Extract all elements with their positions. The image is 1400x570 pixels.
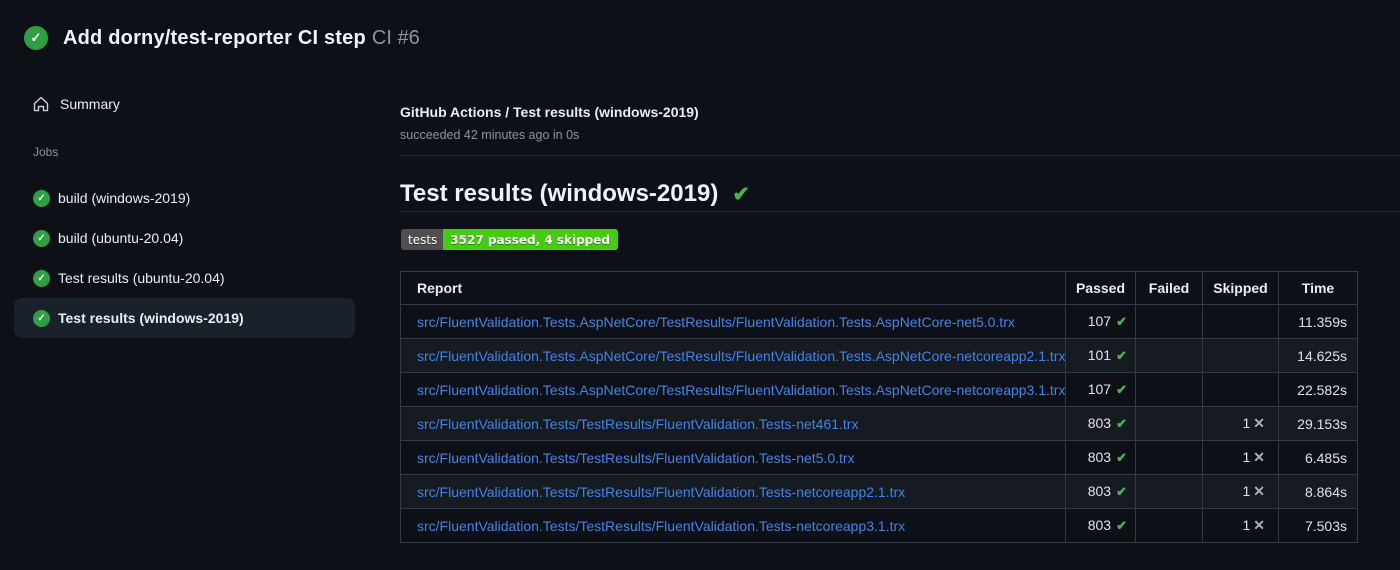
sidebar-summary-label: Summary [60, 96, 120, 112]
badge-label: tests [401, 229, 444, 250]
time-value: 22.582s [1278, 372, 1358, 407]
failed-count [1135, 474, 1203, 509]
table-row: src/FluentValidation.Tests/TestResults/F… [400, 508, 1358, 543]
report-link[interactable]: src/FluentValidation.Tests/TestResults/F… [417, 518, 905, 534]
run-status-check-circle-icon: ✓ [24, 26, 48, 50]
table-row: src/FluentValidation.Tests/TestResults/F… [400, 474, 1358, 509]
column-header-passed: Passed [1065, 271, 1136, 305]
job-label: build (ubuntu-20.04) [58, 230, 184, 246]
time-value: 8.864s [1278, 474, 1358, 509]
x-icon: ✕ [1253, 483, 1265, 499]
passed-count: 803 [1087, 517, 1112, 533]
skipped-count: 1 [1242, 449, 1251, 465]
time-value: 14.625s [1278, 338, 1358, 373]
check-icon: ✔ [1116, 484, 1127, 499]
run-header: ✓ Add dorny/test-reporter CI step CI #6 [24, 26, 420, 50]
time-value: 29.153s [1278, 406, 1358, 441]
time-value: 7.503s [1278, 508, 1358, 543]
test-results-table: Report Passed Failed Skipped Time src/Fl… [400, 271, 1358, 543]
failed-count [1135, 338, 1203, 373]
column-header-report: Report [400, 271, 1066, 305]
table-row: src/FluentValidation.Tests/TestResults/F… [400, 406, 1358, 441]
run-status-line: succeeded 42 minutes ago in 0s [400, 128, 580, 142]
column-header-time: Time [1278, 271, 1358, 305]
passed-count: 107 [1087, 313, 1112, 329]
job-label: Test results (ubuntu-20.04) [58, 270, 225, 286]
check-circle-icon: ✓ [33, 229, 50, 247]
table-header-row: Report Passed Failed Skipped Time [400, 271, 1358, 305]
results-heading-text: Test results (windows-2019) [400, 180, 719, 207]
column-header-skipped: Skipped [1202, 271, 1279, 305]
run-title: Add dorny/test-reporter CI step [63, 26, 366, 49]
passed-count: 803 [1087, 483, 1112, 499]
job-label: Test results (windows-2019) [58, 310, 244, 326]
failed-count [1135, 304, 1203, 339]
failed-count [1135, 406, 1203, 441]
passed-count: 803 [1087, 415, 1112, 431]
check-icon: ✔ [1116, 314, 1127, 329]
report-link[interactable]: src/FluentValidation.Tests.AspNetCore/Te… [417, 314, 1015, 330]
check-circle-icon: ✓ [33, 189, 50, 207]
check-circle-icon: ✓ [33, 269, 50, 287]
x-icon: ✕ [1253, 415, 1265, 431]
passed-count: 803 [1087, 449, 1112, 465]
table-row: src/FluentValidation.Tests.AspNetCore/Te… [400, 372, 1358, 407]
sidebar-job-item[interactable]: ✓ Test results (windows-2019) [14, 298, 355, 338]
passed-count: 101 [1087, 347, 1112, 363]
sidebar-jobs-list: ✓ build (windows-2019) ✓ build (ubuntu-2… [0, 178, 380, 338]
run-number: CI #6 [371, 26, 420, 49]
check-icon: ✔ [1116, 450, 1127, 465]
time-value: 6.485s [1278, 440, 1358, 475]
sidebar-item-summary[interactable]: Summary [33, 96, 120, 112]
check-icon: ✔ [1116, 416, 1127, 431]
table-row: src/FluentValidation.Tests.AspNetCore/Te… [400, 304, 1358, 339]
success-check-icon: ✔ [732, 182, 750, 206]
home-icon [33, 96, 49, 112]
table-row: src/FluentValidation.Tests.AspNetCore/Te… [400, 338, 1358, 373]
failed-count [1135, 508, 1203, 543]
skipped-count: 1 [1242, 517, 1251, 533]
passed-count: 107 [1087, 381, 1112, 397]
failed-count [1135, 440, 1203, 475]
check-icon: ✔ [1116, 348, 1127, 363]
heading-underline [400, 211, 1400, 212]
skipped-count: 1 [1242, 483, 1251, 499]
table-row: src/FluentValidation.Tests/TestResults/F… [400, 440, 1358, 475]
sidebar: Summary Jobs ✓ build (windows-2019) ✓ bu… [0, 80, 380, 338]
check-circle-icon: ✓ [33, 309, 50, 327]
badge-value: 3527 passed, 4 skipped [443, 229, 618, 250]
sidebar-job-item[interactable]: ✓ build (ubuntu-20.04) [14, 218, 355, 258]
sidebar-jobs-heading: Jobs [33, 145, 59, 159]
report-link[interactable]: src/FluentValidation.Tests/TestResults/F… [417, 484, 905, 500]
report-link[interactable]: src/FluentValidation.Tests/TestResults/F… [417, 416, 858, 432]
check-icon: ✔ [1116, 518, 1127, 533]
time-value: 11.359s [1278, 304, 1358, 339]
report-link[interactable]: src/FluentValidation.Tests.AspNetCore/Te… [417, 348, 1065, 364]
x-icon: ✕ [1253, 517, 1265, 533]
report-link[interactable]: src/FluentValidation.Tests/TestResults/F… [417, 450, 855, 466]
results-heading: Test results (windows-2019) ✔ [400, 180, 750, 208]
column-header-failed: Failed [1135, 271, 1203, 305]
check-icon: ✔ [1116, 382, 1127, 397]
check-run-breadcrumb: GitHub Actions / Test results (windows-2… [400, 104, 699, 120]
sidebar-job-item[interactable]: ✓ build (windows-2019) [14, 178, 355, 218]
failed-count [1135, 372, 1203, 407]
skipped-count: 1 [1242, 415, 1251, 431]
x-icon: ✕ [1253, 449, 1265, 465]
tests-badge: tests 3527 passed, 4 skipped [401, 229, 618, 250]
sidebar-job-item[interactable]: ✓ Test results (ubuntu-20.04) [14, 258, 355, 298]
divider [400, 155, 1400, 156]
report-link[interactable]: src/FluentValidation.Tests.AspNetCore/Te… [417, 382, 1065, 398]
job-label: build (windows-2019) [58, 190, 191, 206]
